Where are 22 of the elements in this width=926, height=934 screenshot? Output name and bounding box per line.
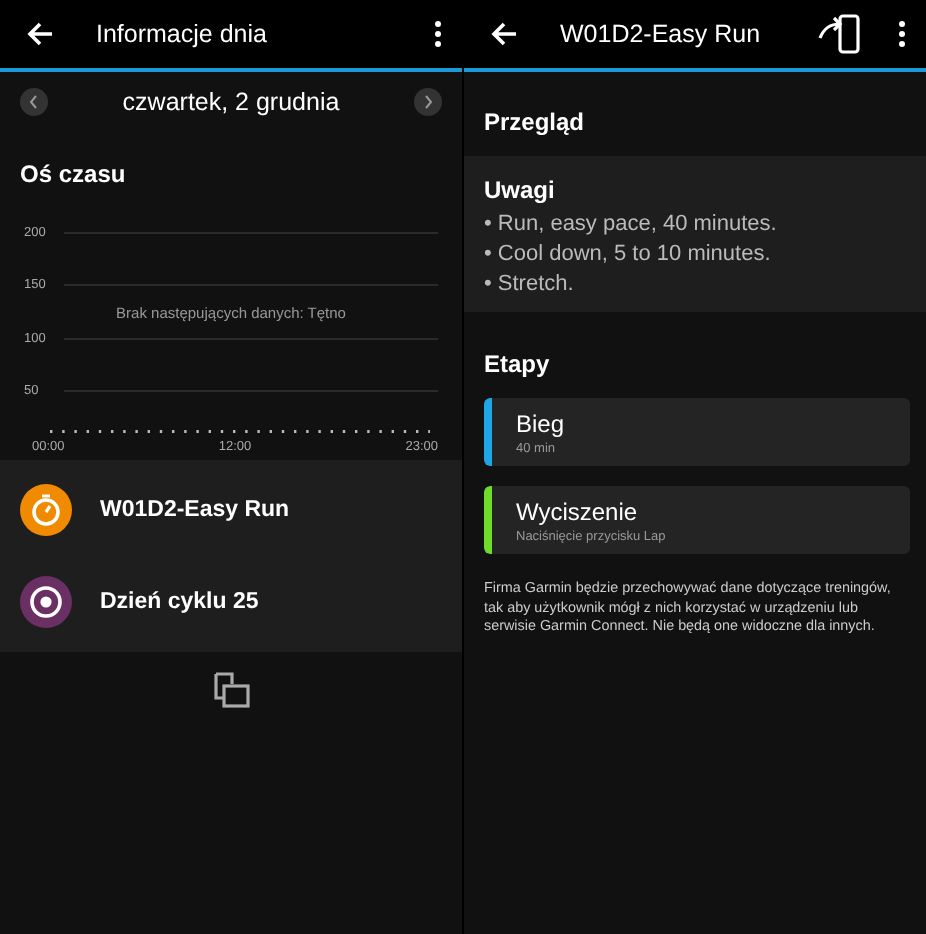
step-name: Wyciszenie [516, 497, 640, 525]
activity-title[interactable]: Dzień cyklu 25 [100, 590, 259, 614]
note-line: • Run, easy pace, 40 minutes. [484, 212, 779, 236]
note-line: • Stretch. [484, 272, 576, 296]
send-to-device-icon[interactable] [818, 14, 862, 54]
screen-title: W01D2-Easy Run [560, 20, 763, 48]
date-label: czwartek, 2 grudnia [122, 88, 340, 116]
section-heading: Przegląd [482, 106, 587, 140]
note-line: • Cool down, 5 to 10 minutes. [484, 242, 773, 266]
back-icon[interactable] [24, 18, 56, 50]
section-heading: Etapy [482, 348, 552, 382]
activity-title[interactable]: W01D2-Easy Run [100, 498, 290, 522]
notes-title: Uwagi [484, 176, 557, 204]
back-icon[interactable] [488, 18, 520, 50]
previous-day-icon[interactable] [20, 88, 48, 116]
more-menu-icon[interactable] [898, 20, 906, 48]
section-heading: Oś czasu [18, 158, 128, 192]
more-menu-icon[interactable] [434, 20, 442, 48]
next-day-icon[interactable] [413, 88, 442, 116]
step-name: Bieg [516, 409, 565, 437]
screen-title: Informacje dnia [96, 20, 269, 48]
copy-icon[interactable] [211, 672, 251, 708]
